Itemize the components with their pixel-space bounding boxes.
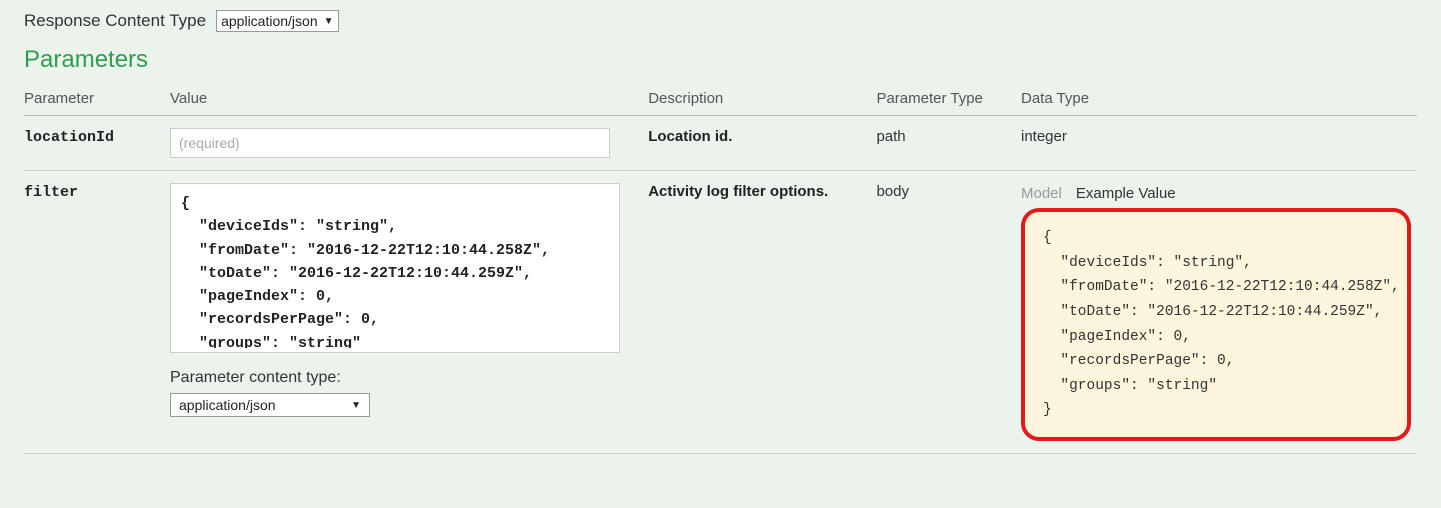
header-value: Value bbox=[170, 82, 648, 116]
param-content-type-select[interactable]: application/json ▼ bbox=[170, 393, 370, 417]
response-content-type-row: Response Content Type application/json ▼ bbox=[24, 10, 1417, 32]
filter-description: Activity log filter options. bbox=[648, 183, 828, 200]
filter-param-type: body bbox=[876, 183, 909, 200]
header-data-type: Data Type bbox=[1021, 82, 1417, 116]
filter-textarea-wrap bbox=[170, 183, 620, 353]
response-content-type-label: Response Content Type bbox=[24, 11, 206, 31]
locationid-description: Location id. bbox=[648, 128, 732, 145]
response-content-type-value: application/json bbox=[221, 13, 318, 29]
tab-model[interactable]: Model bbox=[1021, 185, 1062, 202]
header-param-type: Parameter Type bbox=[876, 82, 1021, 116]
chevron-down-icon: ▼ bbox=[324, 16, 334, 27]
locationid-input[interactable] bbox=[170, 128, 610, 158]
param-content-type-label: Parameter content type: bbox=[170, 369, 642, 387]
param-content-type-value: application/json bbox=[179, 397, 276, 413]
example-value-box[interactable]: { "deviceIds": "string", "fromDate": "20… bbox=[1021, 208, 1411, 441]
locationid-param-type: path bbox=[876, 128, 905, 145]
param-name-filter: filter bbox=[24, 184, 78, 201]
locationid-data-type: integer bbox=[1021, 128, 1067, 145]
table-row: filter Parameter content type: applicati… bbox=[24, 171, 1417, 454]
chevron-down-icon: ▼ bbox=[351, 400, 361, 411]
parameters-table: Parameter Value Description Parameter Ty… bbox=[24, 82, 1417, 454]
param-name-locationid: locationId bbox=[24, 129, 114, 146]
header-description: Description bbox=[648, 82, 876, 116]
parameters-heading: Parameters bbox=[24, 46, 1417, 74]
table-row: locationId Location id. path integer bbox=[24, 116, 1417, 171]
tab-example-value[interactable]: Example Value bbox=[1076, 185, 1176, 202]
response-content-type-select[interactable]: application/json ▼ bbox=[216, 10, 338, 32]
table-header-row: Parameter Value Description Parameter Ty… bbox=[24, 82, 1417, 116]
filter-textarea[interactable] bbox=[171, 184, 619, 348]
data-type-tabs: Model Example Value bbox=[1021, 185, 1411, 202]
header-parameter: Parameter bbox=[24, 82, 170, 116]
